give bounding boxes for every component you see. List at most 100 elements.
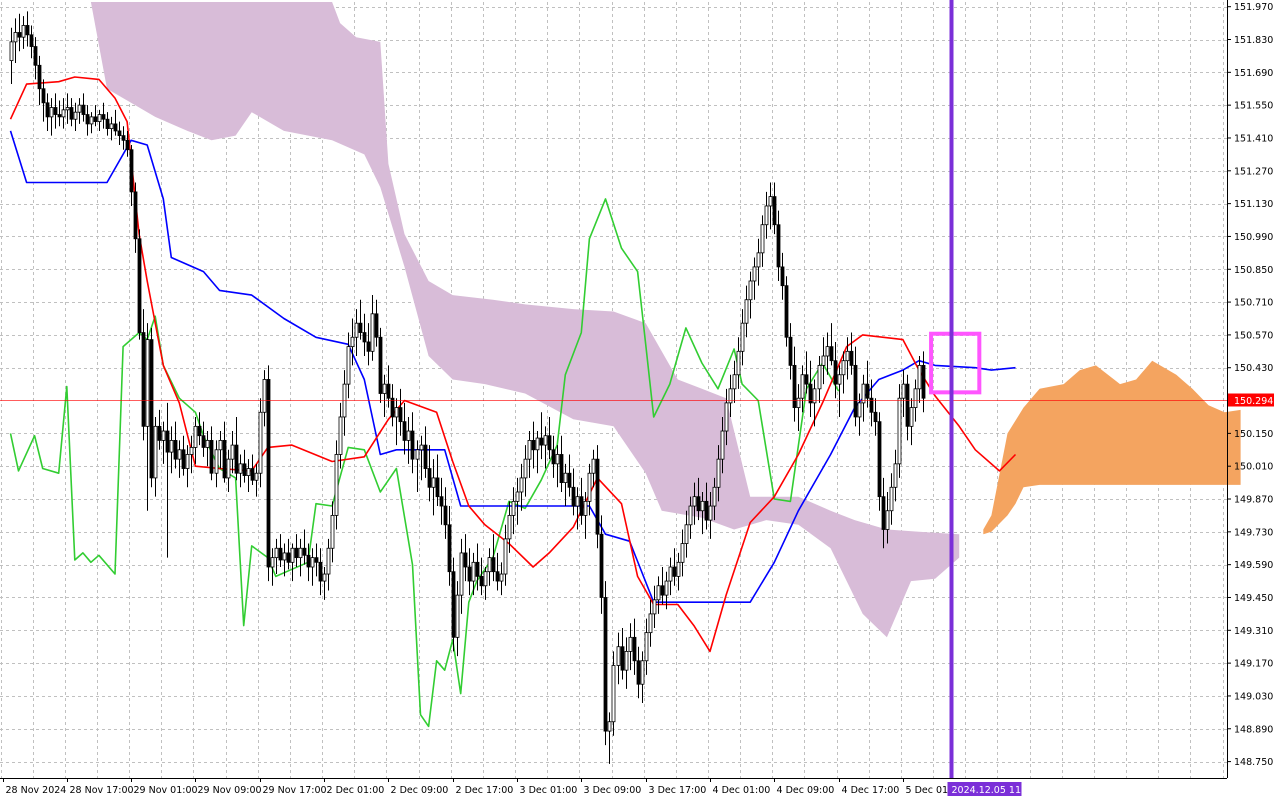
- candle-body: [644, 632, 649, 662]
- candle: [463, 534, 468, 582]
- candle: [680, 529, 685, 577]
- price-tick-label: 151.830: [1234, 35, 1273, 46]
- candle-body: [792, 364, 797, 408]
- candle-body: [338, 416, 343, 455]
- candle: [141, 309, 146, 441]
- candle-body: [250, 468, 255, 481]
- candle-body: [760, 224, 765, 254]
- candle: [165, 402, 170, 558]
- candle: [575, 487, 580, 530]
- candle-body: [370, 313, 375, 352]
- candle-body: [61, 109, 66, 118]
- time-tick-label: 28 Nov 2024: [6, 785, 67, 796]
- candle-body: [599, 533, 604, 598]
- candle: [660, 567, 665, 605]
- candle-body: [640, 660, 645, 685]
- candle: [398, 388, 403, 436]
- candle-body: [165, 430, 170, 453]
- candle: [193, 416, 198, 464]
- candle-body: [149, 339, 154, 479]
- candle-body: [559, 454, 564, 484]
- candle-body: [668, 566, 673, 582]
- candle-body: [563, 472, 568, 484]
- time-tick-label: 3 Dec 17:00: [649, 785, 707, 796]
- price-tick-label: 151.130: [1234, 199, 1273, 210]
- candle: [197, 412, 202, 446]
- candle: [366, 323, 371, 366]
- candle: [620, 627, 625, 680]
- candle: [342, 370, 347, 436]
- candle-body: [33, 46, 38, 66]
- candle-body: [603, 597, 608, 732]
- candle: [226, 449, 231, 492]
- candle-body: [889, 486, 894, 512]
- candle: [435, 454, 440, 507]
- candle-body: [270, 557, 275, 568]
- candle-body: [676, 561, 681, 577]
- candle-body: [113, 123, 118, 132]
- candle: [861, 374, 866, 422]
- candle: [672, 548, 677, 586]
- candle: [607, 712, 612, 764]
- price-tick-label: 149.730: [1234, 527, 1273, 538]
- time-tick-label: 2 Dec 09:00: [391, 785, 449, 796]
- candle-body: [571, 486, 576, 507]
- candle-body: [133, 191, 138, 240]
- price-tick-label: 149.170: [1234, 659, 1273, 670]
- candle: [808, 360, 813, 417]
- candle-body: [455, 594, 460, 638]
- candle-body: [579, 496, 584, 516]
- candle-body: [547, 435, 552, 451]
- candle-body: [209, 440, 214, 474]
- candle: [218, 431, 223, 469]
- candle-body: [748, 280, 753, 301]
- candle-body: [193, 425, 198, 448]
- kumo-cloud: [90, 2, 1241, 638]
- candle-body: [611, 665, 616, 723]
- candle-body: [105, 118, 110, 129]
- candle-body: [808, 383, 813, 404]
- candle-body: [318, 561, 323, 582]
- chart-canvas[interactable]: 151.970 151.830 151.690 151.550 151.410 151.2…: [0, 0, 1280, 800]
- candle-body: [772, 196, 777, 226]
- price-tick-label: 149.030: [1234, 691, 1273, 702]
- candle: [358, 299, 363, 340]
- time-tick-label: 4 Dec 01:00: [713, 785, 771, 796]
- candle-body: [350, 336, 355, 348]
- candle-body: [491, 557, 496, 573]
- price-tick-label: 150.010: [1234, 462, 1273, 473]
- candle: [73, 102, 78, 131]
- candle-body: [784, 285, 789, 338]
- candle-body: [21, 25, 26, 38]
- candle-body: [173, 440, 178, 460]
- candle: [370, 295, 375, 361]
- candle: [254, 463, 259, 497]
- candle: [222, 421, 227, 483]
- candle-body: [69, 107, 74, 120]
- candle-body: [13, 32, 18, 43]
- candle: [543, 426, 548, 469]
- candle: [354, 309, 359, 357]
- candle-body: [145, 339, 150, 427]
- candle-body: [41, 88, 46, 104]
- candle-body: [519, 477, 524, 493]
- candle-body: [479, 575, 484, 587]
- candle-body: [65, 107, 70, 111]
- candle-body: [181, 449, 186, 469]
- candle: [567, 454, 572, 497]
- candle-body: [73, 111, 78, 120]
- candle: [897, 384, 902, 478]
- candle: [772, 182, 777, 235]
- candle-body: [515, 491, 520, 502]
- ichimoku-candlestick-chart[interactable]: 151.970 151.830 151.690 151.550 151.410 151.2…: [0, 0, 1280, 800]
- candle-body: [161, 430, 166, 441]
- candle-body: [467, 566, 472, 582]
- candle-body: [688, 505, 693, 526]
- candle-body: [406, 430, 411, 441]
- candle-body: [555, 454, 560, 465]
- candle: [318, 548, 323, 596]
- candle: [752, 257, 757, 300]
- candle: [57, 100, 62, 127]
- candle: [9, 27, 14, 85]
- candle: [853, 346, 858, 427]
